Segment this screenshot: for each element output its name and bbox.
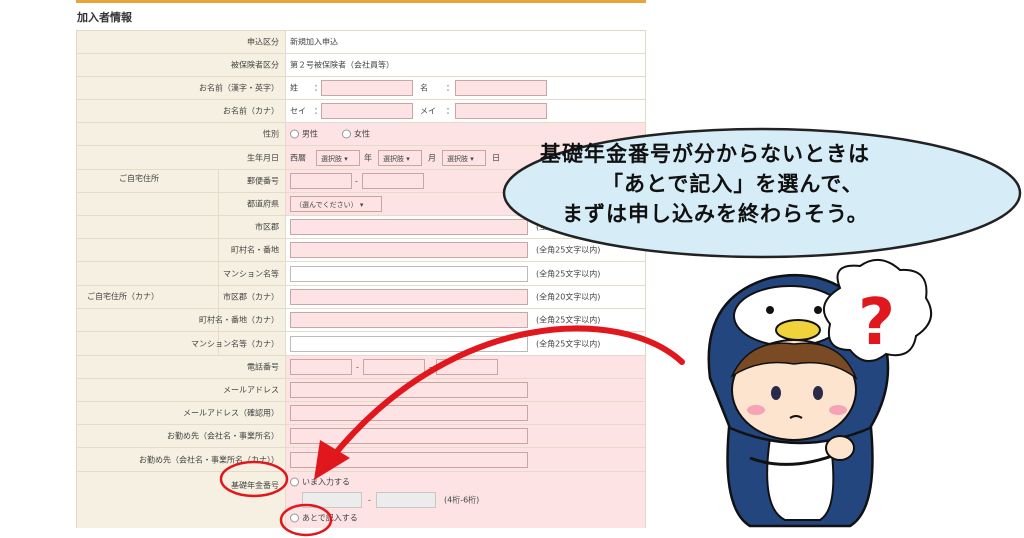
mei-kana-label: メイ: [420, 106, 436, 116]
building-kana-input[interactable]: [290, 335, 528, 352]
callout-line-2: 「あとで記入」を選んで、: [602, 172, 864, 196]
penguin-costume-character-icon: ?: [707, 259, 933, 528]
row-phone: 電話番号 - -: [77, 356, 645, 379]
phone-2-input[interactable]: [363, 359, 425, 375]
row-name-kanji: お名前（漢字・英字） 姓 ： 名 ：: [77, 77, 645, 100]
applicant-form: 申込区分 新規加入申込 被保険者区分 第２号被保険者（会社員等） お名前（漢字・…: [76, 30, 646, 528]
row-email-confirm: メールアドレス（確認用）: [77, 402, 645, 425]
field-label: 基礎年金番号: [231, 481, 279, 490]
pension-enter-later-radio[interactable]: [290, 513, 299, 523]
colon: ：: [446, 83, 454, 93]
field-label: メールアドレス（確認用）: [183, 408, 279, 418]
city-input[interactable]: [290, 219, 528, 235]
field-label: 都道府県: [247, 199, 279, 209]
dash: -: [355, 176, 358, 186]
prefecture-select[interactable]: （選んでください） ▾: [290, 196, 382, 212]
char-limit-note: (全角25文字以内): [536, 315, 601, 325]
row-insured-type: 被保険者区分 第２号被保険者（会社員等）: [77, 54, 645, 77]
era-label: 西暦: [290, 153, 306, 162]
pension-number-2-input[interactable]: [376, 492, 436, 508]
row-city-kana: 市区郡（カナ） (全角20文字以内): [77, 286, 645, 309]
year-label: 年: [364, 153, 372, 162]
dash: -: [429, 362, 432, 372]
field-label: 市区郡（カナ）: [223, 292, 279, 302]
phone-3-input[interactable]: [436, 359, 498, 375]
postal-code-2-input[interactable]: [362, 173, 424, 189]
field-label: 郵便番号: [247, 176, 279, 186]
birth-year-select[interactable]: 選択肢 ▾: [316, 149, 360, 166]
employer-kana-input[interactable]: [290, 451, 528, 468]
field-label: マンション名等（カナ）: [191, 339, 279, 348]
svg-text:?: ?: [858, 286, 895, 360]
field-label: お名前（漢字・英字）: [199, 83, 279, 93]
month-label: 月: [428, 153, 436, 162]
sei-kana-label: セイ: [290, 106, 306, 116]
last-name-kana-input[interactable]: [321, 103, 413, 119]
email-confirm-input[interactable]: [290, 405, 528, 421]
page-title: 加入者情報: [77, 11, 132, 24]
field-label: お勤め先（会社名・事業所名（カナ））: [139, 455, 279, 464]
city-kana-input[interactable]: [290, 289, 528, 305]
field-label: お名前（カナ）: [223, 106, 279, 116]
field-label: メールアドレス: [223, 385, 279, 395]
row-employer: お勤め先（会社名・事業所名）: [77, 425, 645, 448]
field-label: 町村名・番地（カナ）: [199, 315, 279, 325]
application-type-value: 新規加入申込: [290, 37, 338, 47]
sei-label: 姓: [290, 83, 298, 93]
day-label: 日: [492, 153, 500, 162]
last-name-input[interactable]: [321, 80, 413, 96]
mei-label: 名: [420, 83, 428, 93]
colon: ：: [446, 106, 454, 116]
row-employer-kana: お勤め先（会社名・事業所名（カナ））: [77, 448, 645, 472]
char-limit-note: (全角20文字以内): [536, 292, 601, 302]
field-label: 市区郡: [255, 222, 279, 232]
field-label: 電話番号: [247, 362, 279, 372]
dash: -: [356, 362, 359, 372]
dash: -: [368, 495, 371, 505]
field-label: マンション名等: [223, 269, 279, 278]
gender-female-label: 女性: [354, 129, 370, 139]
char-limit-note: (全角25文字以内): [536, 269, 601, 278]
pension-number-1-input[interactable]: [302, 492, 362, 508]
field-label: お勤め先（会社名・事業所名）: [167, 431, 279, 441]
accent-line: [76, 0, 646, 3]
field-label: 申込区分: [247, 37, 279, 47]
field-label: 生年月日: [247, 153, 279, 162]
callout-bubble: 基礎年金番号が分からないときは 「あとで記入」を選んで、 まずは申し込みを終わら…: [500, 118, 1024, 268]
gender-male-radio[interactable]: [290, 129, 299, 139]
pension-enter-now-label: いま入力する: [302, 477, 350, 487]
town-kana-input[interactable]: [290, 312, 528, 328]
pension-enter-now-radio[interactable]: [290, 477, 299, 487]
first-name-input[interactable]: [455, 80, 547, 96]
birth-month-select[interactable]: 選択肢 ▾: [378, 149, 422, 166]
pension-enter-later-label: あとで記入する: [302, 513, 358, 523]
row-building-kana: マンション名等（カナ） (全角25文字以内): [77, 332, 645, 356]
phone-1-input[interactable]: [290, 359, 352, 375]
callout-line-1: 基礎年金番号が分からないときは: [540, 142, 870, 166]
callout-line-3: まずは申し込みを終わらそう。: [562, 202, 869, 226]
town-input[interactable]: [290, 242, 528, 258]
row-application-type: 申込区分 新規加入申込: [77, 31, 645, 54]
insured-type-value: 第２号被保険者（会社員等）: [290, 60, 394, 70]
field-label: 町村名・番地: [231, 245, 279, 255]
char-limit-note: (全角25文字以内): [536, 339, 601, 348]
gender-female-radio[interactable]: [342, 129, 351, 139]
birth-day-select[interactable]: 選択肢 ▾: [442, 149, 486, 166]
digits-hint: (4桁-6桁): [444, 495, 480, 505]
row-pension-number: 基礎年金番号 いま入力する - (4桁-6桁) あとで記入する: [77, 472, 645, 528]
row-town-kana: 町村名・番地（カナ） (全角25文字以内): [77, 309, 645, 332]
row-email: メールアドレス: [77, 379, 645, 402]
field-label: 性別: [263, 129, 279, 139]
employer-input[interactable]: [290, 428, 528, 444]
field-label: 被保険者区分: [231, 60, 279, 70]
email-input[interactable]: [290, 382, 528, 398]
first-name-kana-input[interactable]: [455, 103, 547, 119]
building-input[interactable]: [290, 265, 528, 282]
gender-male-label: 男性: [302, 129, 318, 139]
postal-code-1-input[interactable]: [290, 173, 352, 189]
